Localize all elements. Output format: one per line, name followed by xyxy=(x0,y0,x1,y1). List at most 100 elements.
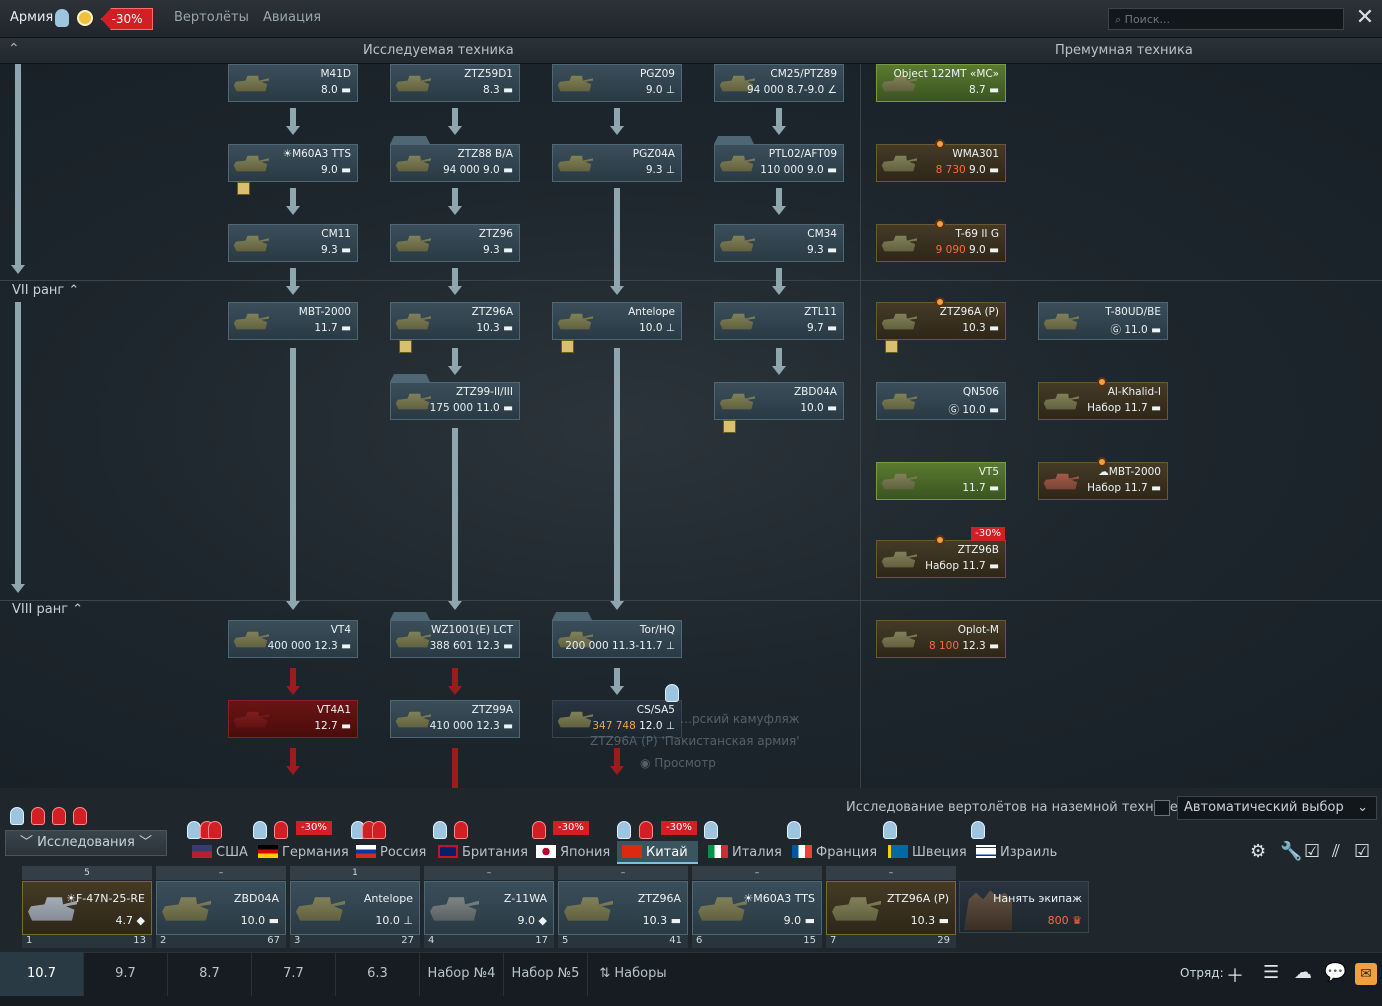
auto-select-dropdown[interactable]: Автоматический выбор ⌄ xyxy=(1177,796,1377,820)
rank-bar xyxy=(15,64,21,266)
nation-britain[interactable]: Британия xyxy=(438,845,528,860)
premium-vehicle-card[interactable]: WMA301 8 730 9.0 ▬ xyxy=(876,139,1006,182)
add-icon[interactable]: ＋ xyxy=(1226,962,1244,988)
vehicle-group-card[interactable]: ZTZ88 B/A 94 000 9.0 ▬ xyxy=(390,144,520,182)
rank-label-vii[interactable]: VII ранг ⌃ xyxy=(12,283,79,298)
preset-tab[interactable]: 9.7 xyxy=(84,952,168,996)
tab-army[interactable]: Армия xyxy=(10,10,53,25)
crew-slot[interactable]: 5 ☀F-47N-25-RE 4.7 ◆ 1 13 xyxy=(22,866,152,948)
vehicle-card[interactable]: ZTL11 9.7 ▬ xyxy=(714,302,844,340)
nation-germany[interactable]: Германия xyxy=(258,845,349,860)
rank-label-viii[interactable]: VIII ранг ⌃ xyxy=(12,602,83,617)
premium-vehicle-card[interactable]: Object 122MT «MC» 8.7 ▬ xyxy=(876,64,1006,102)
timer-icon[interactable] xyxy=(77,10,93,26)
preset-tab[interactable]: Набор №4 xyxy=(420,952,504,996)
preset-tab[interactable]: 8.7 xyxy=(168,952,252,996)
research-bulb-icon xyxy=(704,821,718,839)
flag-sweden-icon xyxy=(888,845,908,858)
hire-crew-button[interactable]: Нанять экипаж 800 ♛ xyxy=(959,881,1089,933)
crew-slot[interactable]: – Z-11WA 9.0 ◆ 4 17 xyxy=(424,866,554,948)
mail-icon[interactable]: ✉ xyxy=(1355,963,1377,985)
vehicle-card[interactable]: PGZ04A 9.3 ⊥ xyxy=(552,144,682,182)
list-icon[interactable]: ☰ xyxy=(1263,962,1279,983)
vehicle-card[interactable]: VT4A1 12.7 ▬ xyxy=(228,700,358,738)
vehicle-card[interactable]: ☀M60A3 TTS 9.0 ▬ xyxy=(228,144,358,195)
preset-tab[interactable]: 10.7 xyxy=(0,952,84,996)
vehicle-group-card[interactable]: WZ1001(E) LCT 388 601 12.3 ▬ xyxy=(390,620,520,658)
premium-vehicle-card[interactable]: -30% ZTZ96B Набор 11.7 ▬ xyxy=(876,527,1006,578)
nation-japan[interactable]: Япония xyxy=(536,845,610,860)
crew-slot[interactable]: – ZTZ96A 10.3 ▬ 5 41 xyxy=(558,866,688,948)
chevron-down-icon: ﹀ xyxy=(20,835,38,850)
premium-header: Премумная техника xyxy=(1055,43,1193,58)
crew-slot[interactable]: – ZTZ96A (P) 10.3 ▬ 7 29 xyxy=(826,866,956,948)
tank-icon xyxy=(719,393,755,410)
vehicle-card[interactable]: ZTZ96 9.3 ▬ xyxy=(390,224,520,262)
wrench-icon[interactable]: 🔧 xyxy=(1280,841,1302,862)
nation-italy[interactable]: Италия xyxy=(708,845,782,860)
premium-vehicle-card[interactable]: ☁MBT-2000 Набор 11.7 ▬ xyxy=(1038,457,1168,500)
research-tree[interactable]: VII ранг ⌃ VIII ранг ⌃ M41D 8.0 ▬ ☀M60A3 … xyxy=(0,64,1382,788)
research-bulb-icon[interactable] xyxy=(55,9,69,27)
premium-vehicle-card[interactable]: Oplot-M 8 100 12.3 ▬ xyxy=(876,620,1006,658)
research-bulb-icon[interactable] xyxy=(10,807,24,825)
preset-tab[interactable]: 6.3 xyxy=(336,952,420,996)
search-input[interactable]: ⌕ Поиск... xyxy=(1108,8,1344,30)
vehicle-card[interactable]: VT4 400 000 12.3 ▬ xyxy=(228,620,358,658)
vehicle-card[interactable]: CS/SA5 347 748 12.0 ⊥ xyxy=(552,700,682,738)
preview-link[interactable]: ◉ Просмотр xyxy=(640,756,716,770)
vehicle-card[interactable]: M41D 8.0 ▬ xyxy=(228,64,358,102)
close-icon[interactable]: ✕ xyxy=(1354,7,1376,30)
crew-slot[interactable]: – ☀M60A3 TTS 9.0 ▬ 6 15 xyxy=(692,866,822,948)
vehicle-card[interactable]: ZTZ96A 10.3 ▬ xyxy=(390,302,520,353)
vehicle-card[interactable]: PGZ09 9.0 ⊥ xyxy=(552,64,682,102)
premium-vehicle-card[interactable]: QN506 Ⓖ 10.0 ▬ xyxy=(876,382,1006,420)
chat-icon[interactable]: 💬 xyxy=(1324,962,1346,983)
nation-china[interactable]: Китай xyxy=(622,845,688,860)
vehicle-card[interactable]: ZTZ59D1 8.3 ▬ xyxy=(390,64,520,102)
vehicle-group-card[interactable]: Tor/HQ 200 000 11.3-11.7 ⊥ xyxy=(552,620,682,658)
percent-icon[interactable] xyxy=(73,807,87,825)
vehicle-card[interactable]: CM11 9.3 ▬ xyxy=(228,224,358,262)
premium-vehicle-card[interactable]: T-69 II G9 090 9.0 ▬ xyxy=(876,219,1006,262)
preset-tab[interactable]: 7.7 xyxy=(252,952,336,996)
friends-icon[interactable]: ☁ xyxy=(1294,962,1312,983)
vehicle-group-card[interactable]: PTL02/AFT09 110 000 9.0 ▬ xyxy=(714,144,844,182)
tank-icon xyxy=(233,75,269,92)
premium-vehicle-card[interactable]: ZTZ96A (P) 10.3 ▬ xyxy=(876,297,1006,353)
crew-slot[interactable]: 1 Antelope 10.0 ⊥ 3 27 xyxy=(290,866,420,948)
vehicle-card[interactable]: MBT-2000 11.7 ▬ xyxy=(228,302,358,340)
vehicle-card[interactable]: ZTZ99A 410 000 12.3 ▬ xyxy=(390,700,520,738)
premium-vehicle-card[interactable]: Al-Khalid-I Набор 11.7 ▬ xyxy=(1038,377,1168,420)
nation-france[interactable]: Франция xyxy=(792,845,877,860)
premium-vehicle-card[interactable]: T-80UD/BE Ⓖ 11.0 ▬ xyxy=(1038,302,1168,340)
research-bulb-icon xyxy=(883,821,897,839)
crew-slot[interactable]: – ZBD04A 10.0 ▬ 2 67 xyxy=(156,866,286,948)
vehicle-card[interactable]: CM25/PTZ89 94 000 8.7-9.0 ∠ xyxy=(714,64,844,102)
vehicle-card[interactable]: CM34 9.3 ▬ xyxy=(714,224,844,262)
nation-russia[interactable]: Россия xyxy=(356,845,426,860)
tank-icon xyxy=(881,155,917,172)
nation-usa[interactable]: США xyxy=(192,845,248,860)
checkbox-icon[interactable]: ☑ xyxy=(1354,841,1370,862)
collapse-icon[interactable]: ⌃ xyxy=(8,41,20,57)
discount-badge[interactable]: -30% xyxy=(101,8,153,30)
tank-icon xyxy=(395,313,431,330)
vehicle-card[interactable]: Antelope 10.0 ⊥ xyxy=(552,302,682,353)
premium-vehicle-card[interactable]: VT5 11.7 ▬ xyxy=(876,462,1006,500)
heli-research-checkbox[interactable] xyxy=(1154,800,1170,816)
nation-israel[interactable]: Израиль xyxy=(976,845,1057,860)
preset-tab[interactable]: Набор №5 xyxy=(504,952,588,996)
checkbox-icon[interactable]: ☑ xyxy=(1304,841,1320,862)
vehicle-group-card[interactable]: ZTZ99-II/III 175 000 11.0 ▬ xyxy=(390,382,520,420)
list-icon[interactable] xyxy=(52,807,66,825)
nation-sweden[interactable]: Швеция xyxy=(888,845,967,860)
ammo-icon[interactable]: ⫽ xyxy=(1332,841,1340,862)
tab-aviation[interactable]: Авиация xyxy=(263,10,321,25)
timer-icon[interactable] xyxy=(31,807,45,825)
gear-icon[interactable]: ⚙ xyxy=(1250,841,1266,862)
vehicle-card[interactable]: ZBD04A 10.0 ▬ xyxy=(714,382,844,433)
research-button[interactable]: ﹀ Исследования ﹀ xyxy=(5,830,167,856)
tab-helicopters[interactable]: Вертолёты xyxy=(174,10,249,25)
presets-button[interactable]: ⇅ Наборы xyxy=(588,952,678,996)
